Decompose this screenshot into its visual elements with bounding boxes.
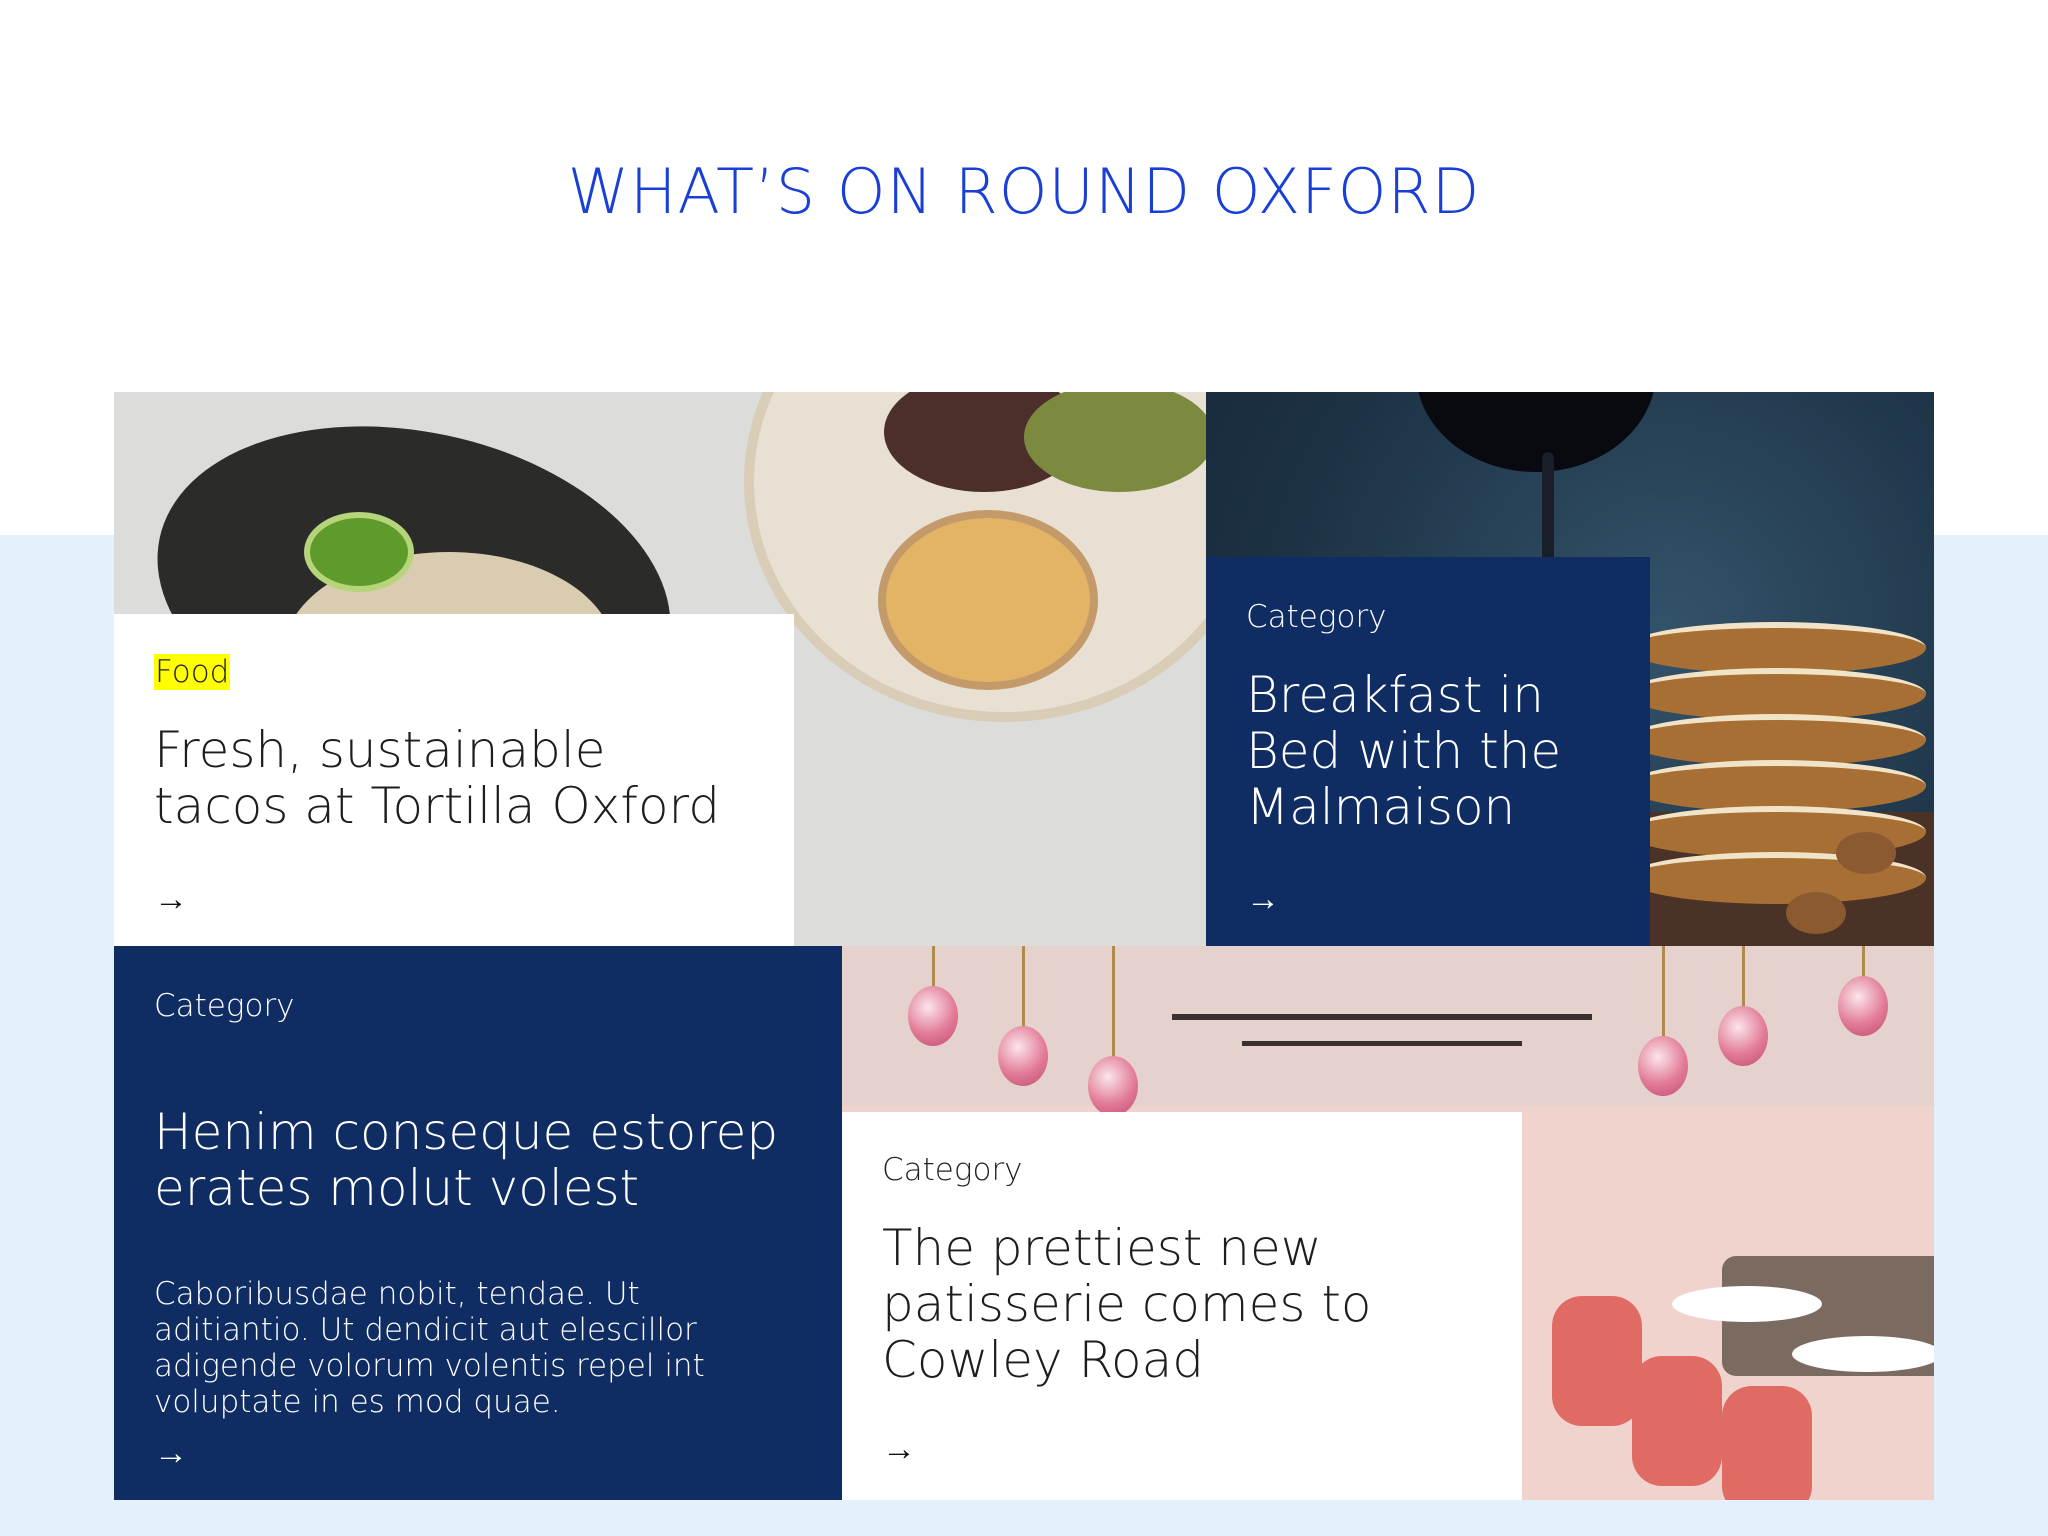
arrow-right-icon[interactable]: → xyxy=(154,1436,188,1470)
card-panel: Food Fresh, sustainable tacos at Tortill… xyxy=(114,614,794,946)
card-tacos[interactable]: Food Fresh, sustainable tacos at Tortill… xyxy=(114,392,1206,946)
card-panel: Category Breakfast in Bed with the Malma… xyxy=(1206,557,1650,946)
card-headline[interactable]: Henim conseque estorep erates molut vole… xyxy=(154,1104,802,1216)
card-breakfast[interactable]: Category Breakfast in Bed with the Malma… xyxy=(1206,392,1934,946)
category-tag[interactable]: Category xyxy=(154,986,802,1026)
card-body: Caboribusdae nobit, tendae. Ut aditianti… xyxy=(154,1276,705,1420)
card-feature[interactable]: Category Henim conseque estorep erates m… xyxy=(114,946,842,1500)
card-headline[interactable]: Fresh, sustainable tacos at Tortilla Oxf… xyxy=(154,722,754,834)
section-title: WHAT’S ON ROUND OXFORD xyxy=(567,155,1481,228)
card-headline[interactable]: The prettiest new patisserie comes to Co… xyxy=(882,1220,1482,1388)
arrow-right-icon[interactable]: → xyxy=(154,882,188,916)
card-headline[interactable]: Breakfast in Bed with the Malmaison xyxy=(1246,667,1610,835)
category-tag[interactable]: Category xyxy=(882,1150,1482,1190)
category-tag[interactable]: Food xyxy=(154,654,231,690)
card-panel: Category The prettiest new patisserie co… xyxy=(842,1112,1522,1500)
category-tag[interactable]: Category xyxy=(1246,597,1610,637)
card-patisserie[interactable]: Category The prettiest new patisserie co… xyxy=(842,946,1934,1500)
arrow-right-icon[interactable]: → xyxy=(882,1432,916,1466)
arrow-right-icon[interactable]: → xyxy=(1246,882,1280,916)
